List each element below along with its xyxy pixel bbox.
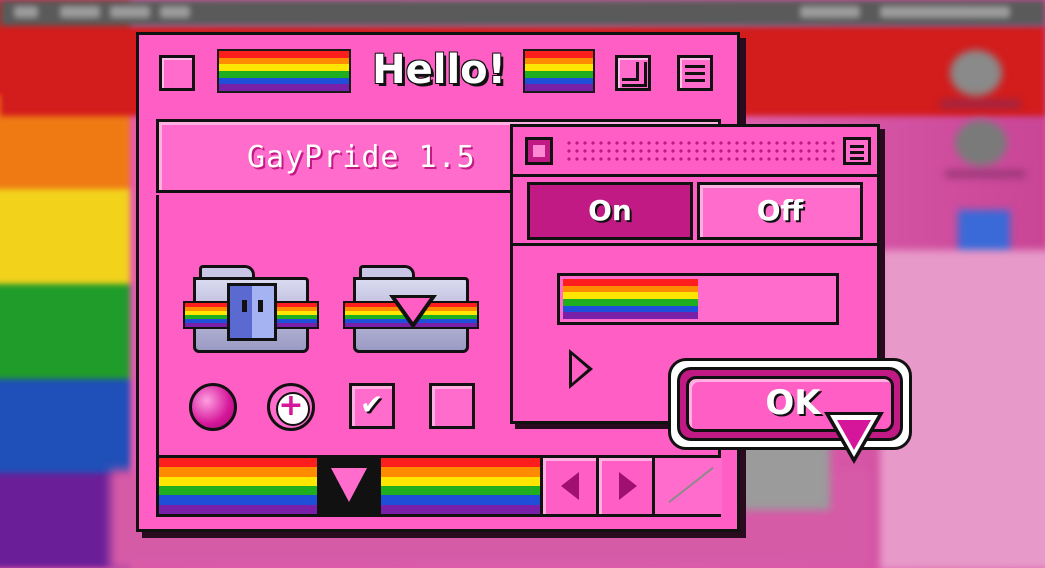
resize-grip-icon[interactable] [652, 458, 722, 514]
triangle-cursor-icon [824, 412, 884, 464]
window-title: Hello! [372, 47, 506, 93]
scroll-rainbow-right [381, 458, 543, 514]
desktop-cd-icon[interactable] [945, 120, 1025, 178]
toggle-window-title-bar[interactable] [513, 127, 877, 177]
checkbox-empty[interactable] [429, 383, 475, 429]
bottom-scroll-bar [156, 455, 722, 517]
on-button[interactable]: On [527, 182, 693, 240]
radio-button-selected[interactable] [189, 383, 237, 431]
checkbox-checked[interactable] [349, 383, 395, 429]
scroll-rainbow-left [159, 458, 317, 514]
finder-face-icon [227, 283, 277, 341]
title-rainbow-left [217, 49, 351, 93]
menu-bar [0, 0, 1045, 26]
zoom-box-icon[interactable] [615, 55, 651, 91]
pink-triangle-icon [389, 295, 437, 329]
collapse-box-icon[interactable] [677, 55, 713, 91]
divider [513, 243, 877, 246]
radio-button-plus[interactable] [267, 383, 315, 431]
app-name-label: GayPride 1.5 [247, 140, 476, 175]
title-bar-pattern [565, 139, 837, 165]
close-box-icon[interactable] [525, 137, 553, 165]
collapse-box-icon[interactable] [843, 137, 871, 165]
progress-bar [557, 273, 839, 325]
desktop-disk-icon[interactable] [940, 50, 1020, 108]
progress-fill [563, 279, 698, 320]
disclosure-triangle-icon[interactable] [569, 349, 593, 389]
scroll-right-arrow-icon[interactable] [596, 458, 652, 514]
title-rainbow-right [523, 49, 595, 93]
title-bar[interactable]: Hello! [139, 35, 737, 115]
close-box-icon[interactable] [159, 55, 195, 91]
scroll-left-arrow-icon[interactable] [540, 458, 596, 514]
finder-folder-icon[interactable] [183, 265, 319, 353]
scroll-thumb-triangle-icon[interactable] [317, 458, 381, 514]
off-button[interactable]: Off [697, 182, 863, 240]
triangle-folder-icon[interactable] [343, 265, 479, 353]
